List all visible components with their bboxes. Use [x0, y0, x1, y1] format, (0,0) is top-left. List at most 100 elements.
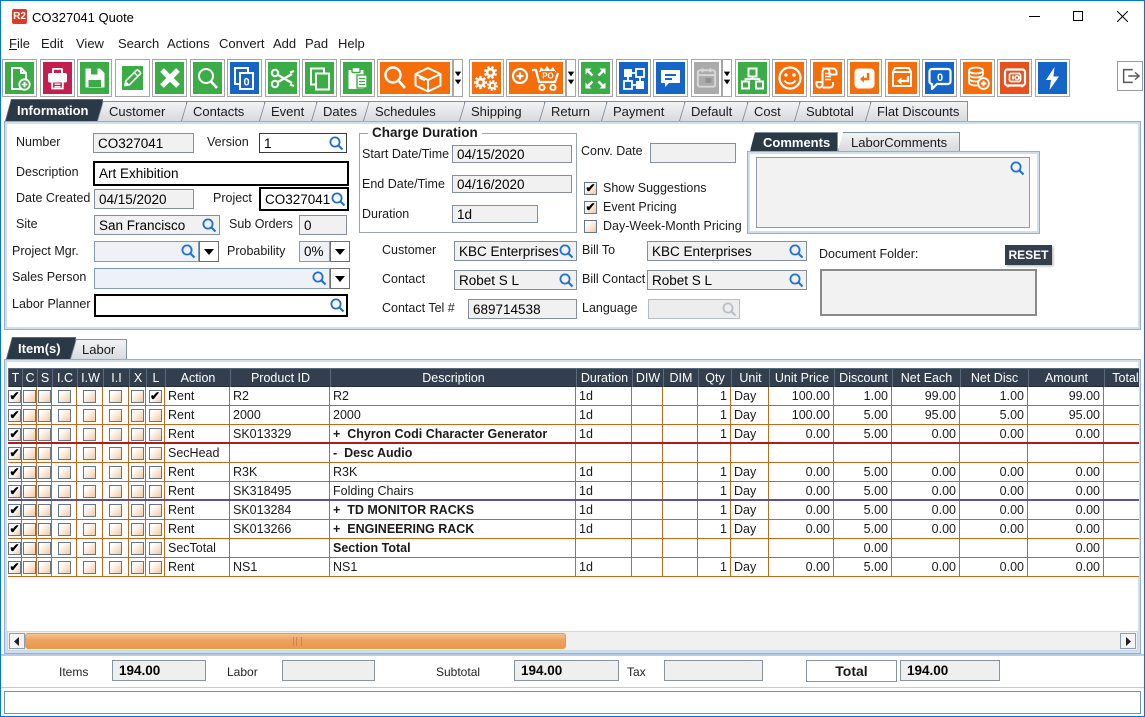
edit-pencil-icon[interactable] — [115, 59, 150, 97]
row-checkbox-x[interactable] — [131, 542, 144, 555]
tab-shipping[interactable]: Shipping — [459, 101, 545, 121]
document-folder-box[interactable] — [820, 269, 1037, 316]
number-field[interactable]: CO327041 — [93, 133, 194, 153]
tab-labor[interactable]: Labor — [70, 339, 127, 359]
column-header-net-disc[interactable]: Net Disc — [960, 368, 1029, 387]
tab-dates[interactable]: Dates — [311, 101, 370, 121]
sales_person-field[interactable] — [94, 268, 330, 289]
row-checkbox-x[interactable] — [131, 409, 144, 422]
charge-start-field[interactable]: 04/15/2020 — [452, 145, 572, 163]
column-header-dim[interactable]: DIM — [663, 368, 699, 387]
row-checkbox-c[interactable] — [23, 390, 36, 403]
row-checkbox-t[interactable] — [8, 428, 21, 441]
column-header-qty[interactable]: Qty — [698, 368, 732, 387]
row-checkbox-i-w[interactable] — [83, 466, 96, 479]
row-checkbox-x[interactable] — [131, 561, 144, 574]
checkbox-day-week-month-pricing[interactable] — [584, 220, 597, 233]
column-header-net-each[interactable]: Net Each — [892, 368, 961, 387]
copy-zero-icon[interactable]: 0 — [227, 59, 262, 97]
column-header-action[interactable]: Action — [165, 368, 231, 387]
tab-comments[interactable]: Comments — [750, 132, 838, 151]
row-checkbox-i-i[interactable] — [109, 428, 122, 441]
labor_planner-field[interactable] — [94, 294, 348, 317]
vault-io-icon[interactable] — [997, 59, 1032, 97]
column-header-unit-price[interactable]: Unit Price — [769, 368, 835, 387]
save-icon[interactable] — [77, 59, 112, 97]
row-checkbox-s[interactable] — [38, 409, 51, 422]
row-checkbox-c[interactable] — [23, 485, 36, 498]
more-options-icon[interactable] — [722, 59, 732, 97]
row-checkbox-i-i[interactable] — [109, 504, 122, 517]
tab-cost[interactable]: Cost — [742, 101, 800, 121]
row-checkbox-i-c[interactable] — [58, 504, 71, 517]
row-checkbox-l[interactable] — [149, 485, 162, 498]
dropdown-button[interactable] — [330, 268, 350, 289]
row-checkbox-l[interactable] — [149, 504, 162, 517]
row-checkbox-i-c[interactable] — [58, 561, 71, 574]
table-row[interactable]: SecTotalSection Total0.000.00 — [8, 539, 1139, 558]
menu-help[interactable]: Help — [338, 36, 365, 51]
column-header-l[interactable]: L — [146, 368, 166, 387]
tab-subtotal[interactable]: Subtotal — [794, 101, 871, 121]
date_created-field[interactable]: 04/15/2020 — [94, 189, 194, 209]
row-checkbox-s[interactable] — [38, 561, 51, 574]
checkbox-show-suggestions[interactable] — [584, 182, 597, 195]
row-checkbox-s[interactable] — [38, 523, 51, 536]
row-checkbox-i-w[interactable] — [83, 409, 96, 422]
row-checkbox-c[interactable] — [23, 447, 36, 460]
tab-information[interactable]: Information — [5, 99, 103, 121]
row-checkbox-t[interactable] — [8, 409, 21, 422]
search-icon[interactable] — [558, 272, 575, 292]
add-coins-icon[interactable] — [960, 59, 995, 97]
table-row[interactable]: RentR2R21d1Day100.001.0099.001.0099.00 — [8, 387, 1139, 406]
search-icon[interactable] — [721, 301, 738, 321]
table-row[interactable]: RentSK013329+ Chyron Codi Character Gene… — [8, 425, 1139, 444]
chat-icon[interactable] — [653, 59, 688, 97]
row-checkbox-i-c[interactable] — [58, 447, 71, 460]
row-checkbox-i-i[interactable] — [109, 523, 122, 536]
menu-edit[interactable]: Edit — [41, 36, 63, 51]
row-checkbox-i-i[interactable] — [109, 409, 122, 422]
column-header-i-w[interactable]: I.W — [77, 368, 104, 387]
menu-convert[interactable]: Convert — [219, 36, 265, 51]
row-checkbox-x[interactable] — [131, 428, 144, 441]
tab-contacts[interactable]: Contacts — [181, 101, 265, 121]
row-checkbox-s[interactable] — [38, 542, 51, 555]
checkbox-event-pricing[interactable] — [584, 201, 597, 214]
bill_contact-field[interactable]: Robet S L — [647, 270, 807, 290]
menu-actions[interactable]: Actions — [167, 36, 210, 51]
row-checkbox-i-c[interactable] — [58, 409, 71, 422]
cut-icon[interactable] — [265, 59, 300, 97]
row-checkbox-i-c[interactable] — [58, 390, 71, 403]
delete-x-icon[interactable] — [152, 59, 187, 97]
row-checkbox-l[interactable] — [149, 428, 162, 441]
calendar-icon[interactable] — [691, 59, 722, 97]
description-field[interactable]: Art Exhibition — [93, 161, 349, 186]
row-checkbox-i-i[interactable] — [109, 390, 122, 403]
menu-pad[interactable]: Pad — [305, 36, 328, 51]
more-options-icon[interactable] — [453, 59, 463, 97]
row-checkbox-i-w[interactable] — [83, 428, 96, 441]
bill_to-field[interactable]: KBC Enterprises — [647, 241, 807, 261]
new-document-icon[interactable] — [2, 59, 37, 97]
tab-flat-discounts[interactable]: Flat Discounts — [865, 101, 968, 121]
search-icon[interactable] — [201, 217, 218, 237]
scroll-right-button[interactable] — [1120, 633, 1136, 649]
column-header-i-c[interactable]: I.C — [52, 368, 78, 387]
maximize-button[interactable] — [1056, 1, 1100, 31]
row-checkbox-s[interactable] — [38, 428, 51, 441]
conv_date-field[interactable] — [650, 143, 736, 163]
row-checkbox-x[interactable] — [131, 504, 144, 517]
row-checkbox-s[interactable] — [38, 466, 51, 479]
comments-textarea[interactable] — [756, 157, 1030, 228]
menu-file[interactable]: File — [9, 36, 30, 51]
row-checkbox-i-i[interactable] — [109, 561, 122, 574]
row-checkbox-l[interactable] — [149, 561, 162, 574]
row-checkbox-l[interactable] — [149, 542, 162, 555]
search-icon[interactable] — [1009, 160, 1026, 180]
dropdown-button[interactable] — [330, 241, 350, 262]
row-checkbox-x[interactable] — [131, 390, 144, 403]
row-checkbox-x[interactable] — [131, 447, 144, 460]
row-checkbox-x[interactable] — [131, 523, 144, 536]
smiley-icon[interactable] — [772, 59, 807, 97]
